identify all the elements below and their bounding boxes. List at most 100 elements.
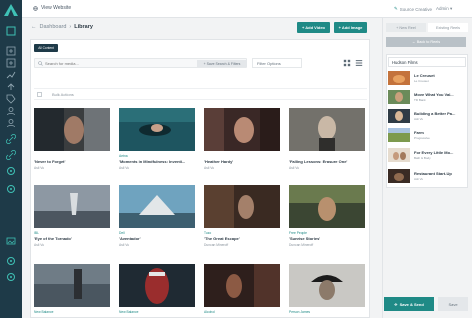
list-view-icon[interactable]	[355, 59, 363, 67]
filter-options-dropdown[interactable]: Filter Options	[252, 58, 302, 68]
save-button[interactable]: Save	[438, 297, 468, 311]
media-card[interactable]: Aetna 'Moments in Mindfulness: Inventi..…	[119, 108, 195, 170]
left-nav-rail	[0, 0, 22, 318]
video-thumbnail[interactable]	[289, 108, 365, 151]
reel-item-sub: Asli Vu	[414, 177, 424, 181]
logo-icon[interactable]	[4, 4, 18, 16]
card-title: 'Falling Lessons: Erasure One'	[289, 159, 348, 164]
video-thumbnail[interactable]	[119, 108, 195, 151]
admin-label: Admin	[436, 6, 449, 11]
reel-name-field[interactable]: Hudson Films	[388, 57, 466, 67]
tab-new-reel[interactable]: + New Reel	[386, 23, 426, 32]
users-icon[interactable]	[6, 118, 16, 128]
media-card[interactable]: Tuzo 'The Great Escape' Duncan Mineroff	[204, 185, 280, 247]
save-and-send-label: Save & Send	[399, 301, 424, 307]
media-card[interactable]: New Balance	[119, 264, 195, 315]
reel-item-sub: Progressive	[414, 136, 430, 140]
add-folder-icon[interactable]	[6, 58, 16, 68]
pencil-icon: ✎	[394, 6, 398, 11]
image-icon[interactable]	[6, 236, 16, 246]
reel-item-sub: TD Bank	[414, 98, 426, 102]
video-thumbnail[interactable]	[289, 185, 365, 228]
add-image-button[interactable]: + Add Image	[334, 22, 367, 33]
reel-item-sub: Bath & Body	[414, 156, 431, 160]
card-author: Asli Vu	[34, 166, 45, 170]
analytics-icon[interactable]	[6, 70, 16, 80]
breadcrumb: ← Dashboard › Library	[31, 24, 93, 30]
globe-icon	[33, 5, 38, 11]
account-icon[interactable]	[6, 256, 16, 266]
source-creative-link[interactable]: ✎ Source Creative	[394, 6, 432, 12]
media-card[interactable]: 'Heather Hardy' Asli Vu	[204, 108, 280, 170]
grid-view-icon[interactable]	[343, 59, 351, 67]
tab-all-content[interactable]: All Content	[34, 44, 58, 52]
reel-item-name: Move What You Val...	[414, 92, 454, 97]
reel-thumbnail	[388, 109, 410, 123]
reel-item-name: Farm	[414, 130, 424, 135]
media-card[interactable]: IBL 'Eye of the Tornado' Asli Vu	[34, 185, 110, 247]
media-card[interactable]: Dell 'Aventador' Asli Vu	[119, 185, 195, 247]
media-card[interactable]: 'Falling Lessons: Erasure One' Asli Vu	[289, 108, 365, 170]
card-author: Asli Vu	[289, 166, 300, 170]
breadcrumb-dashboard[interactable]: Dashboard	[40, 24, 67, 30]
reel-item-name: Building a Better Pa...	[414, 111, 456, 116]
search-input[interactable]	[45, 60, 195, 67]
tab-existing-reels[interactable]: Existing Reels	[428, 23, 468, 32]
video-thumbnail[interactable]	[34, 185, 110, 228]
video-thumbnail[interactable]	[204, 264, 280, 307]
card-title: 'Sunrise Stories'	[289, 236, 321, 241]
reel-item[interactable]: Restaurant Start-Up Asli Vu	[388, 169, 466, 185]
add-video-button[interactable]: + Add Video	[297, 22, 330, 33]
contacts-icon[interactable]	[6, 106, 16, 116]
card-category: New Balance	[119, 310, 139, 314]
add-icon[interactable]	[6, 46, 16, 56]
help-icon[interactable]	[6, 184, 16, 194]
back-arrow-icon[interactable]: ←	[31, 24, 37, 30]
view-website-link[interactable]: View Website	[33, 5, 71, 11]
search-bar: + Save Search & Filters	[34, 58, 247, 68]
reel-item[interactable]: Building a Better Pa... Asli Vu	[388, 109, 466, 125]
reel-item[interactable]: Farm Progressive	[388, 128, 466, 144]
dashboard-icon[interactable]	[6, 26, 16, 36]
media-card[interactable]: 'Never to Forget' Asli Vu	[34, 108, 110, 170]
card-category: New Balance	[34, 310, 54, 314]
upload-icon[interactable]	[6, 82, 16, 92]
bulk-actions-label[interactable]: Bulk Actions	[52, 92, 74, 97]
media-card[interactable]: Person James	[289, 264, 365, 315]
reel-item[interactable]: Le Creuset Le Creuset	[388, 71, 466, 87]
view-website-label: View Website	[41, 5, 72, 11]
card-title: 'Eye of the Tornado'	[34, 236, 72, 241]
reel-thumbnail	[388, 148, 410, 162]
media-card[interactable]: New Balance	[34, 264, 110, 315]
card-author: Duncan Mineroff	[289, 243, 314, 247]
source-creative-label: Source Creative	[399, 6, 433, 12]
media-card[interactable]: Free People 'Sunrise Stories' Duncan Min…	[289, 185, 365, 247]
video-thumbnail[interactable]	[34, 108, 110, 151]
send-icon: ✈	[394, 301, 398, 307]
link-icon[interactable]	[6, 134, 16, 144]
top-bar: View Website ✎ Source Creative Admin ▾	[22, 0, 472, 18]
save-search-button[interactable]: + Save Search & Filters	[197, 60, 247, 67]
admin-menu[interactable]: Admin ▾	[436, 6, 452, 12]
select-all-checkbox[interactable]	[37, 92, 42, 97]
logout-icon[interactable]	[6, 272, 16, 282]
reel-thumbnail	[388, 71, 410, 85]
reel-item[interactable]: Move What You Val... TD Bank	[388, 90, 466, 106]
video-thumbnail[interactable]	[119, 264, 195, 307]
video-thumbnail[interactable]	[34, 264, 110, 307]
reel-item-name: Restaurant Start-Up	[414, 171, 452, 176]
save-and-send-button[interactable]: ✈ Save & Send	[384, 297, 434, 311]
reel-item-name: Le Creuset	[414, 73, 435, 78]
video-thumbnail[interactable]	[119, 185, 195, 228]
tag-icon[interactable]	[6, 94, 16, 104]
share-icon[interactable]	[6, 150, 16, 160]
video-thumbnail[interactable]	[204, 185, 280, 228]
card-author: Asli Vu	[119, 166, 130, 170]
video-thumbnail[interactable]	[204, 108, 280, 151]
media-card[interactable]: Alcohol	[204, 264, 280, 315]
back-to-reels-button[interactable]: ← Back to Reels	[386, 37, 466, 47]
settings-icon[interactable]	[6, 166, 16, 176]
chevron-down-icon: ▾	[450, 6, 453, 11]
video-thumbnail[interactable]	[289, 264, 365, 307]
reel-item[interactable]: For Every Little Mo... Bath & Body	[388, 148, 466, 164]
